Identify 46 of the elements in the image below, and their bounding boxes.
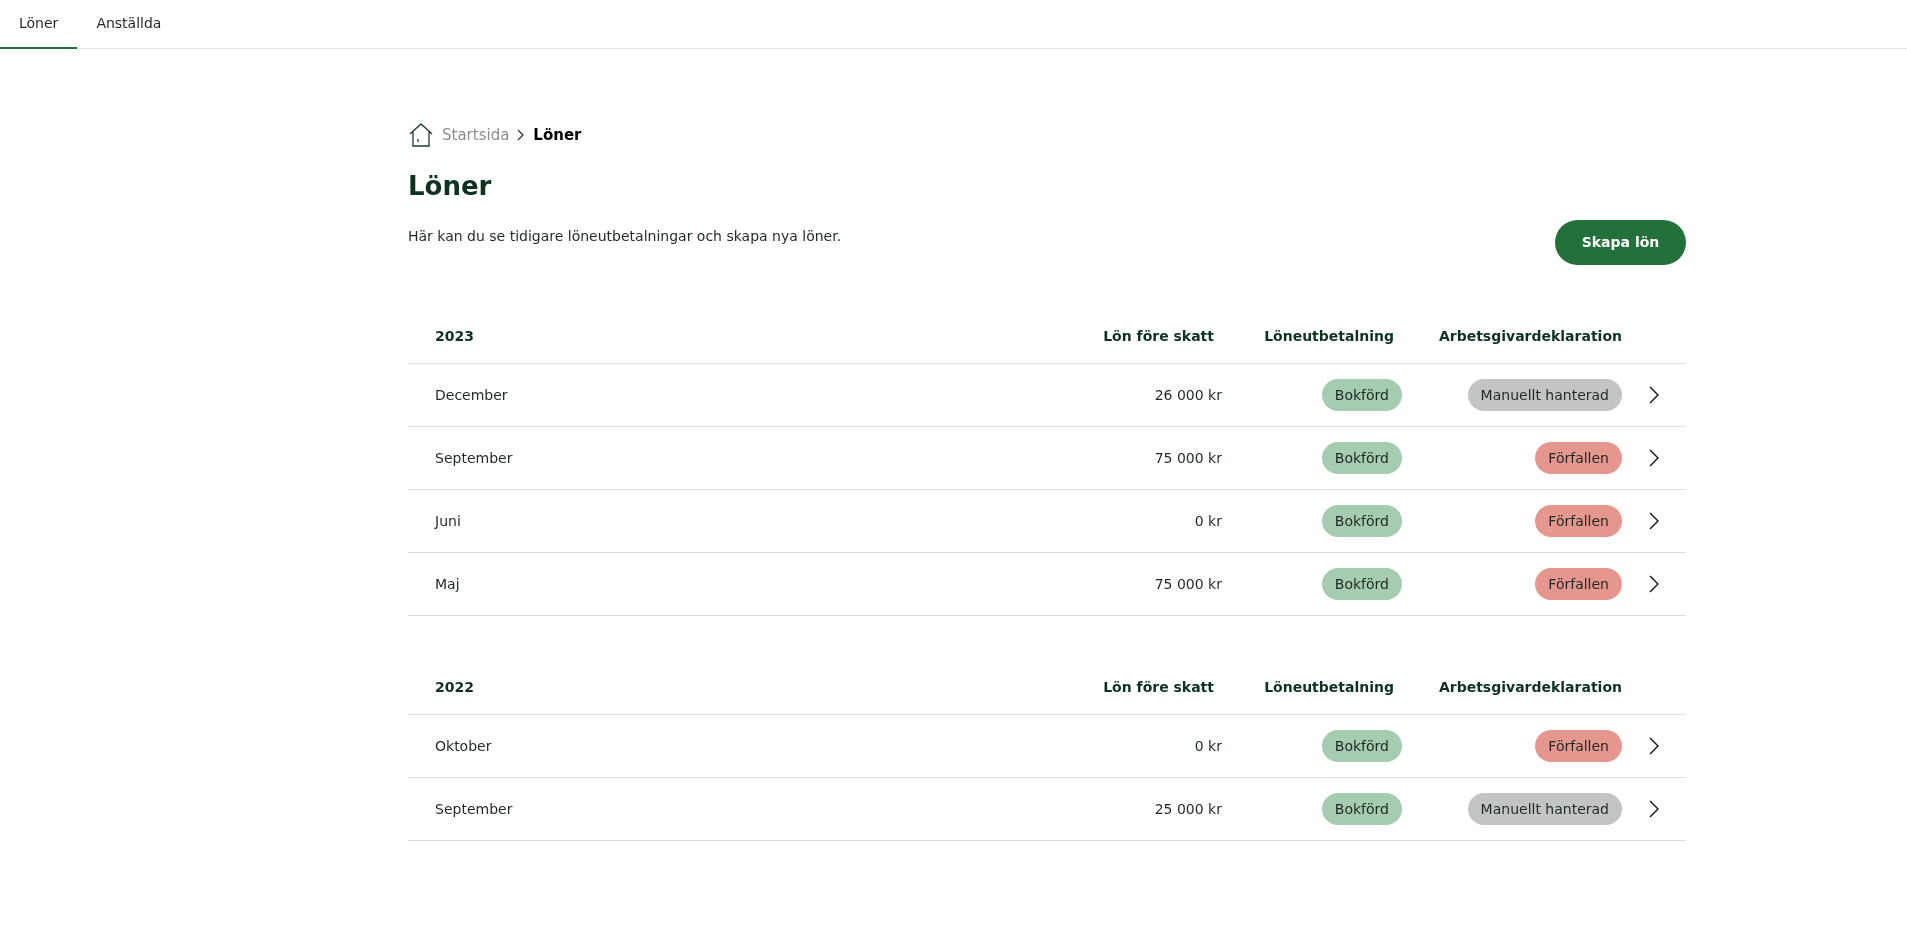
status-badge: Förfallen	[1535, 442, 1622, 474]
status-badge: Bokförd	[1321, 793, 1402, 825]
column-header: Löneutbetalning	[1263, 326, 1395, 346]
table-cell-text: Maj	[434, 574, 461, 594]
chevron-icon[interactable]	[1649, 512, 1659, 530]
page-title: Löner	[408, 170, 493, 203]
tab[interactable]: Löner	[0, 0, 78, 49]
table-cell-text: 75 000 kr	[1153, 448, 1222, 468]
tab[interactable]: Anställda	[77, 0, 181, 49]
column-header: Lön före skatt	[1102, 677, 1215, 697]
status-badge: Förfallen	[1535, 505, 1622, 537]
status-badge: Bokförd	[1321, 442, 1402, 474]
chevron-icon[interactable]	[1649, 800, 1659, 818]
status-badge: Bokförd	[1321, 379, 1402, 411]
column-header: Lön före skatt	[1102, 326, 1215, 346]
column-header: Arbetsgivardeklaration	[1437, 326, 1622, 346]
chevron-icon[interactable]	[1649, 386, 1659, 404]
table-cell-text: Oktober	[434, 736, 493, 756]
status-badge: Förfallen	[1535, 730, 1622, 762]
table-cell-text: September	[434, 448, 514, 468]
status-badge: Förfallen	[1535, 568, 1622, 600]
table-cell-text: 0 kr	[1193, 736, 1222, 756]
breadcrumb-current: Löner	[533, 124, 582, 146]
status-badge: Bokförd	[1321, 568, 1402, 600]
status-badge: Bokförd	[1321, 505, 1402, 537]
chevron-icon[interactable]	[1649, 737, 1659, 755]
status-badge: Manuellt hanterad	[1467, 793, 1622, 825]
table-cell-text: 25 000 kr	[1153, 799, 1222, 819]
table-cell-text: Juni	[433, 511, 462, 531]
column-header: Löneutbetalning	[1263, 677, 1395, 697]
table-cell-text: 75 000 kr	[1153, 574, 1222, 594]
year-heading: 2023	[434, 326, 475, 346]
page-description: Här kan du se tidigare löneutbetalningar och skapa nya löner.	[408, 227, 842, 246]
home-icon[interactable]	[408, 122, 434, 148]
chevron-icon	[517, 129, 526, 141]
year-heading: 2022	[434, 677, 475, 697]
table-cell-text: September	[434, 799, 514, 819]
column-header: Arbetsgivardeklaration	[1437, 677, 1622, 697]
status-badge: Bokförd	[1321, 730, 1402, 762]
chevron-icon[interactable]	[1649, 575, 1659, 593]
create-salary-button[interactable]: Skapa lön	[1555, 220, 1686, 265]
chevron-icon[interactable]	[1649, 449, 1659, 467]
table-cell-text: December	[434, 385, 509, 405]
table-cell-text: 0 kr	[1193, 511, 1222, 531]
table-cell-text: 26 000 kr	[1153, 385, 1222, 405]
status-badge: Manuellt hanterad	[1467, 379, 1622, 411]
